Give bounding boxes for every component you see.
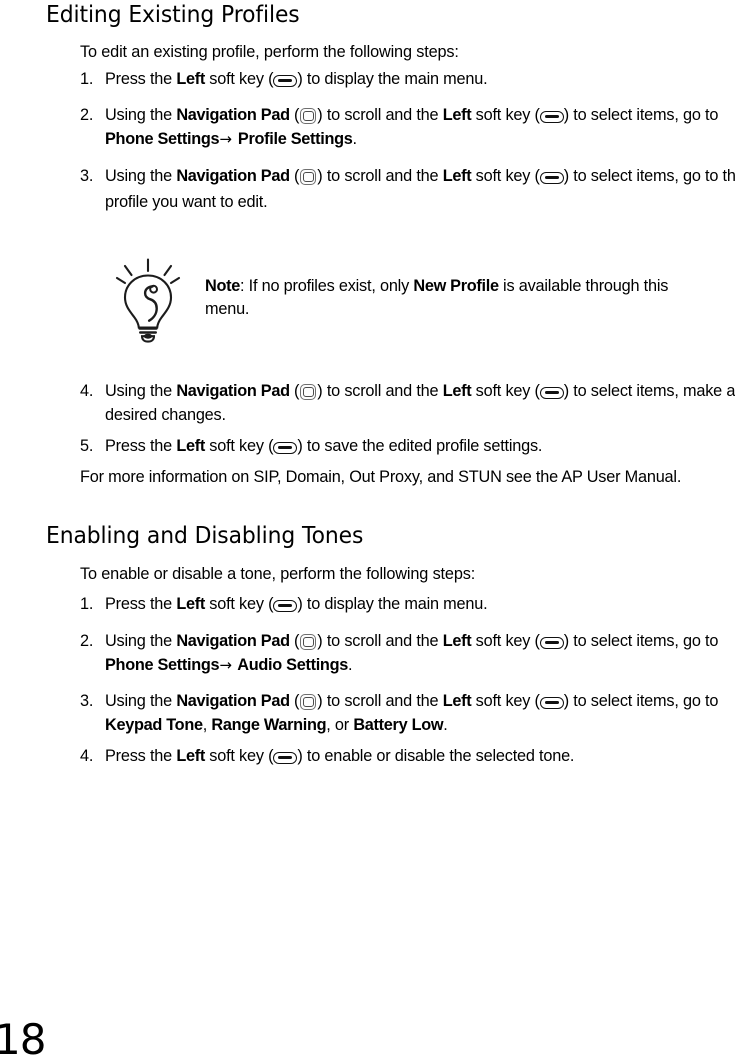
- emphasis-text: Navigation Pad: [176, 382, 290, 400]
- emphasis-text: Navigation Pad: [176, 167, 290, 185]
- emphasis-text: Left: [442, 382, 472, 400]
- step-number: 2.: [80, 632, 94, 650]
- emphasis-text: Audio Settings: [233, 655, 348, 674]
- step-number: 4.: [80, 747, 94, 765]
- list-item: 2. Using the Navigation Pad () to scroll…: [80, 630, 735, 677]
- arrow-icon: →: [219, 655, 232, 674]
- navigation-pad-icon: [300, 384, 317, 400]
- document-page: Editing Existing Profiles To edit an exi…: [0, 0, 735, 1062]
- step-number: 4.: [80, 382, 94, 400]
- step-number: 3.: [80, 692, 94, 710]
- emphasis-text: Left: [442, 692, 472, 710]
- lightbulb-icon: [112, 258, 184, 344]
- softkey-icon: [539, 172, 564, 184]
- list-item: 3. Using the Navigation Pad () to scroll…: [80, 690, 735, 737]
- list-item: 5. Press the Left soft key () to save th…: [80, 435, 735, 459]
- step-text: Press the Left soft key () to display th…: [105, 595, 488, 613]
- step-number: 5.: [80, 437, 94, 455]
- emphasis-text: Phone Settings: [105, 129, 220, 148]
- softkey-icon: [273, 75, 298, 87]
- page-title: Editing Existing Profiles: [46, 0, 300, 28]
- emphasis-text: Left: [176, 595, 205, 613]
- emphasis-text: Range Warning: [211, 715, 327, 734]
- step-text: Press the Left soft key () to save the e…: [105, 437, 543, 455]
- emphasis-text: Note: [205, 277, 240, 295]
- navigation-pad-icon: [300, 634, 317, 650]
- step-number: 3.: [80, 167, 94, 185]
- emphasis-text: Navigation Pad: [176, 692, 290, 710]
- softkey-icon: [539, 111, 564, 123]
- list-item: 4. Using the Navigation Pad () to scroll…: [80, 380, 735, 427]
- emphasis-text: Battery Low: [353, 715, 444, 734]
- emphasis-text: Left: [442, 106, 472, 124]
- step-text: Using the Navigation Pad () to scroll an…: [105, 692, 719, 734]
- arrow-icon: →: [219, 129, 232, 148]
- emphasis-text: Left: [176, 437, 205, 455]
- navigation-pad-icon: [300, 694, 317, 710]
- emphasis-text: Left: [176, 70, 205, 88]
- emphasis-text: Navigation Pad: [176, 632, 290, 650]
- emphasis-text: Profile Settings: [233, 129, 353, 148]
- emphasis-text: Phone Settings: [105, 655, 220, 674]
- step-text: Press the Left soft key () to enable or …: [105, 747, 575, 765]
- section-title-tones: Enabling and Disabling Tones: [46, 521, 364, 549]
- emphasis-text: Left: [176, 747, 205, 765]
- softkey-icon: [273, 752, 298, 764]
- step-text: Using the Navigation Pad () to scroll an…: [105, 167, 735, 211]
- step-text: Using the Navigation Pad () to scroll an…: [105, 632, 719, 674]
- step-text: Using the Navigation Pad () to scroll an…: [105, 382, 735, 424]
- emphasis-text: Navigation Pad: [176, 106, 290, 124]
- closing-paragraph-editing: For more information on SIP, Domain, Out…: [80, 468, 682, 486]
- softkey-icon: [539, 387, 564, 399]
- step-number: 2.: [80, 106, 94, 124]
- emphasis-text: Left: [442, 167, 472, 185]
- softkey-icon: [539, 697, 564, 709]
- emphasis-text: Left: [442, 632, 472, 650]
- emphasis-text: Keypad Tone: [105, 715, 203, 734]
- step-text: Using the Navigation Pad () to scroll an…: [105, 106, 719, 148]
- softkey-icon: [539, 637, 564, 649]
- intro-paragraph-tones: To enable or disable a tone, perform the…: [80, 565, 476, 583]
- softkey-icon: [273, 600, 298, 612]
- list-item: 4. Press the Left soft key () to enable …: [80, 745, 735, 769]
- navigation-pad-icon: [300, 108, 317, 124]
- list-item: 1. Press the Left soft key () to display…: [80, 593, 735, 617]
- page-number: 18: [0, 1015, 46, 1064]
- list-item: 3. Using the Navigation Pad () to scroll…: [80, 163, 735, 215]
- list-item: 1. Press the Left soft key () to display…: [80, 68, 735, 92]
- softkey-icon: [273, 442, 298, 454]
- step-number: 1.: [80, 70, 94, 88]
- navigation-pad-icon: [300, 169, 317, 185]
- intro-paragraph-editing: To edit an existing profile, perform the…: [80, 43, 459, 61]
- list-item: 2. Using the Navigation Pad () to scroll…: [80, 104, 735, 151]
- step-text: Press the Left soft key () to display th…: [105, 70, 488, 88]
- emphasis-text: New Profile: [413, 277, 499, 295]
- note-text: Note: If no profiles exist, only New Pro…: [205, 277, 669, 318]
- step-number: 1.: [80, 595, 94, 613]
